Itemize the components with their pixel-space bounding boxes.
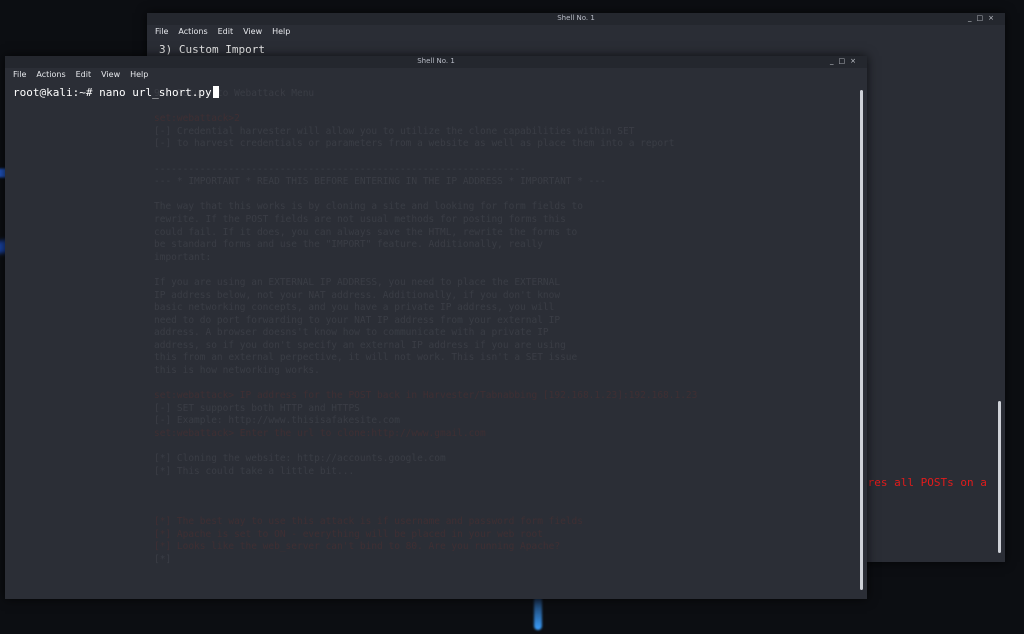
menu-actions[interactable]: Actions	[36, 70, 65, 79]
background-text-line: If you are using an EXTERNAL IP ADDRESS,…	[154, 276, 561, 288]
front-window-title: Shell No. 1	[417, 57, 455, 65]
background-terminal-text: 99) Return to Webattack Menu set:webattac…	[154, 88, 697, 567]
background-text-line: important:	[154, 251, 212, 263]
front-menubar: File Actions Edit View Help	[5, 68, 867, 86]
background-text-line: be standard forms and use the "IMPORT" f…	[154, 239, 543, 251]
background-text-line: [-] to harvest credentials or parameters…	[154, 138, 675, 150]
back-menubar: File Actions Edit View Help	[147, 25, 1005, 43]
back-scrollbar[interactable]	[998, 401, 1001, 553]
background-text-line: set:webattack> Enter the url to clone:ht…	[154, 428, 486, 440]
background-text-line: [*] Apache is set to ON - everything wil…	[154, 528, 543, 540]
background-text-line	[154, 504, 697, 517]
background-text-line: [*] Looks like the web_server can't bind…	[154, 541, 561, 553]
front-window-titlebar[interactable]: Shell No. 1 _□×	[5, 56, 867, 68]
background-text-line: [-] Example: http://www.thisisafakesite.…	[154, 415, 400, 427]
background-text-line: could fail. If it does, you can always s…	[154, 226, 578, 238]
back-terminal-line: 3) Custom Import	[159, 43, 265, 56]
menu-edit[interactable]: Edit	[218, 27, 234, 36]
terminal-prompt-line[interactable]: root@kali:~# nano url_short.py	[13, 86, 219, 99]
menu-help[interactable]: Help	[130, 70, 148, 79]
background-text-line: rewrite. If the POST fields are not usua…	[154, 213, 566, 225]
background-text-line: --- * IMPORTANT * READ THIS BEFORE ENTER…	[154, 176, 606, 188]
background-text-line: The way that this works is by cloning a …	[154, 201, 583, 213]
maximize-icon[interactable]: □	[977, 14, 989, 22]
background-text-line: this from an external perpective, it wil…	[154, 352, 578, 364]
text-cursor	[212, 86, 219, 98]
background-text-line: [-] Credential harvester will allow you …	[154, 125, 635, 137]
background-text-line	[154, 264, 697, 277]
close-icon[interactable]: ×	[850, 57, 861, 65]
background-text-line: address. A browser doesns't know how to …	[154, 327, 549, 339]
background-text-line: set:webattack> IP address for the POST b…	[154, 390, 698, 402]
back-terminal-red-text: ures all POSTs on a	[861, 476, 987, 489]
background-text-line: [*]	[154, 553, 172, 565]
front-scrollbar[interactable]	[860, 90, 863, 590]
background-text-line: IP address below, not your NAT address. …	[154, 289, 561, 301]
background-text-line	[154, 151, 697, 164]
menu-file[interactable]: File	[13, 70, 26, 79]
minimize-icon[interactable]: _	[830, 57, 839, 65]
back-window-titlebar[interactable]: Shell No. 1 _□×	[147, 13, 1005, 25]
background-text-line	[154, 189, 697, 202]
menu-view[interactable]: View	[101, 70, 120, 79]
menu-file[interactable]: File	[155, 27, 168, 36]
menu-help[interactable]: Help	[272, 27, 290, 36]
background-text-line: basic networking concepts, and you have …	[154, 302, 555, 314]
background-text-line: set:webattack>2	[154, 113, 240, 125]
background-text-line	[154, 378, 697, 391]
menu-view[interactable]: View	[243, 27, 262, 36]
menu-edit[interactable]: Edit	[76, 70, 92, 79]
front-terminal-window[interactable]: Shell No. 1 _□× File Actions Edit View Help …	[5, 56, 867, 599]
background-text-line: [-] SET supports both HTTP and HTTPS	[154, 402, 360, 414]
background-text-line	[154, 491, 697, 504]
background-text-line: ----------------------------------------…	[154, 163, 526, 175]
prompt: root@kali:~#	[13, 86, 100, 99]
back-window-title: Shell No. 1	[557, 14, 595, 22]
background-text-line	[154, 101, 697, 114]
background-text-line: [*] The best way to use this attack is i…	[154, 516, 583, 528]
background-text-line: address, so if you don't specify an exte…	[154, 339, 566, 351]
background-text-line: [*] This could take a little bit...	[154, 465, 355, 477]
close-icon[interactable]: ×	[988, 14, 999, 22]
menu-actions[interactable]: Actions	[178, 27, 207, 36]
background-text-line	[154, 478, 697, 491]
background-text-line	[154, 441, 697, 454]
command-text: nano url_short.py	[99, 86, 212, 99]
background-text-line: this is how networking works.	[154, 365, 320, 377]
background-text-line: 99) Return to Webattack Menu	[154, 88, 315, 99]
background-text-line: [*] Cloning the website: http://accounts…	[154, 453, 446, 465]
background-text-line: need to do port forwarding to your NAT I…	[154, 314, 561, 326]
minimize-icon[interactable]: _	[968, 14, 977, 22]
maximize-icon[interactable]: □	[839, 57, 851, 65]
